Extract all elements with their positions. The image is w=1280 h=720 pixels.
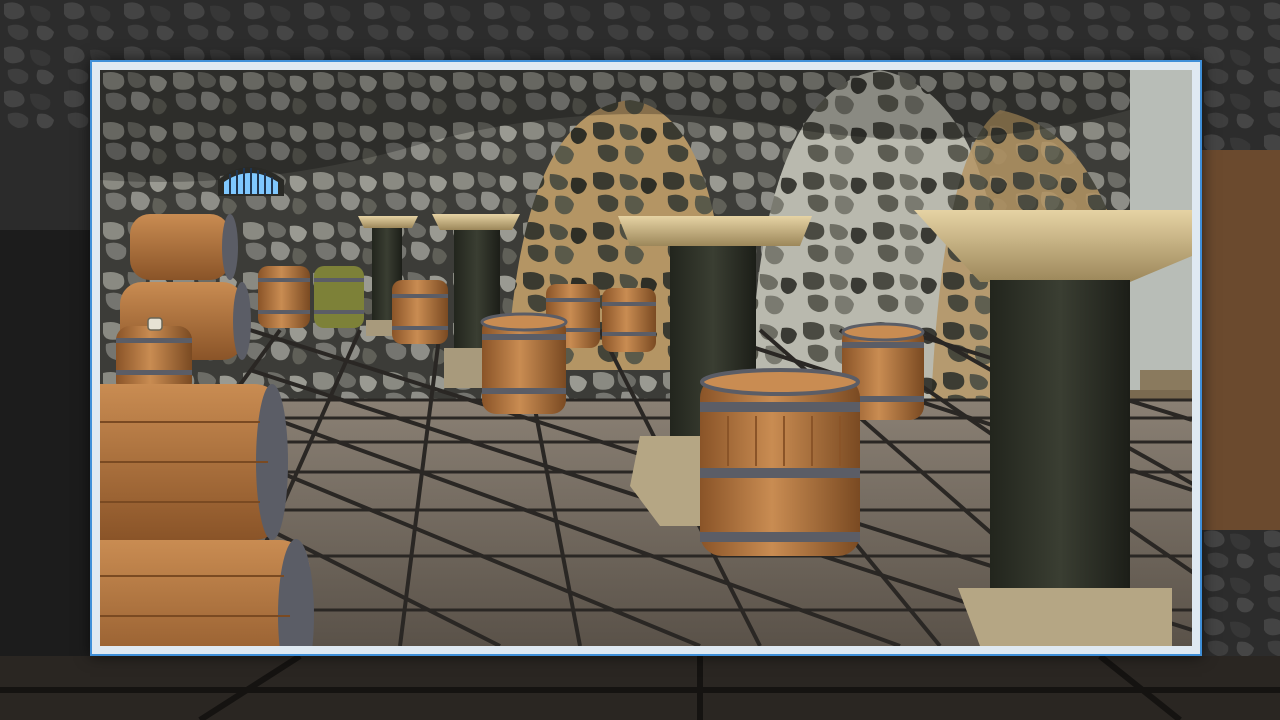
barrel[interactable] [258, 266, 310, 328]
barrel[interactable] [130, 214, 238, 280]
barrel[interactable] [314, 266, 364, 328]
small-jar-item[interactable] [147, 317, 163, 331]
barrel[interactable] [392, 280, 448, 344]
barrel[interactable] [100, 384, 288, 540]
barrel[interactable] [480, 312, 568, 414]
barrel[interactable] [100, 539, 314, 646]
barrel[interactable] [602, 288, 656, 352]
game-scene[interactable] [100, 70, 1192, 646]
barrel[interactable] [700, 368, 860, 556]
